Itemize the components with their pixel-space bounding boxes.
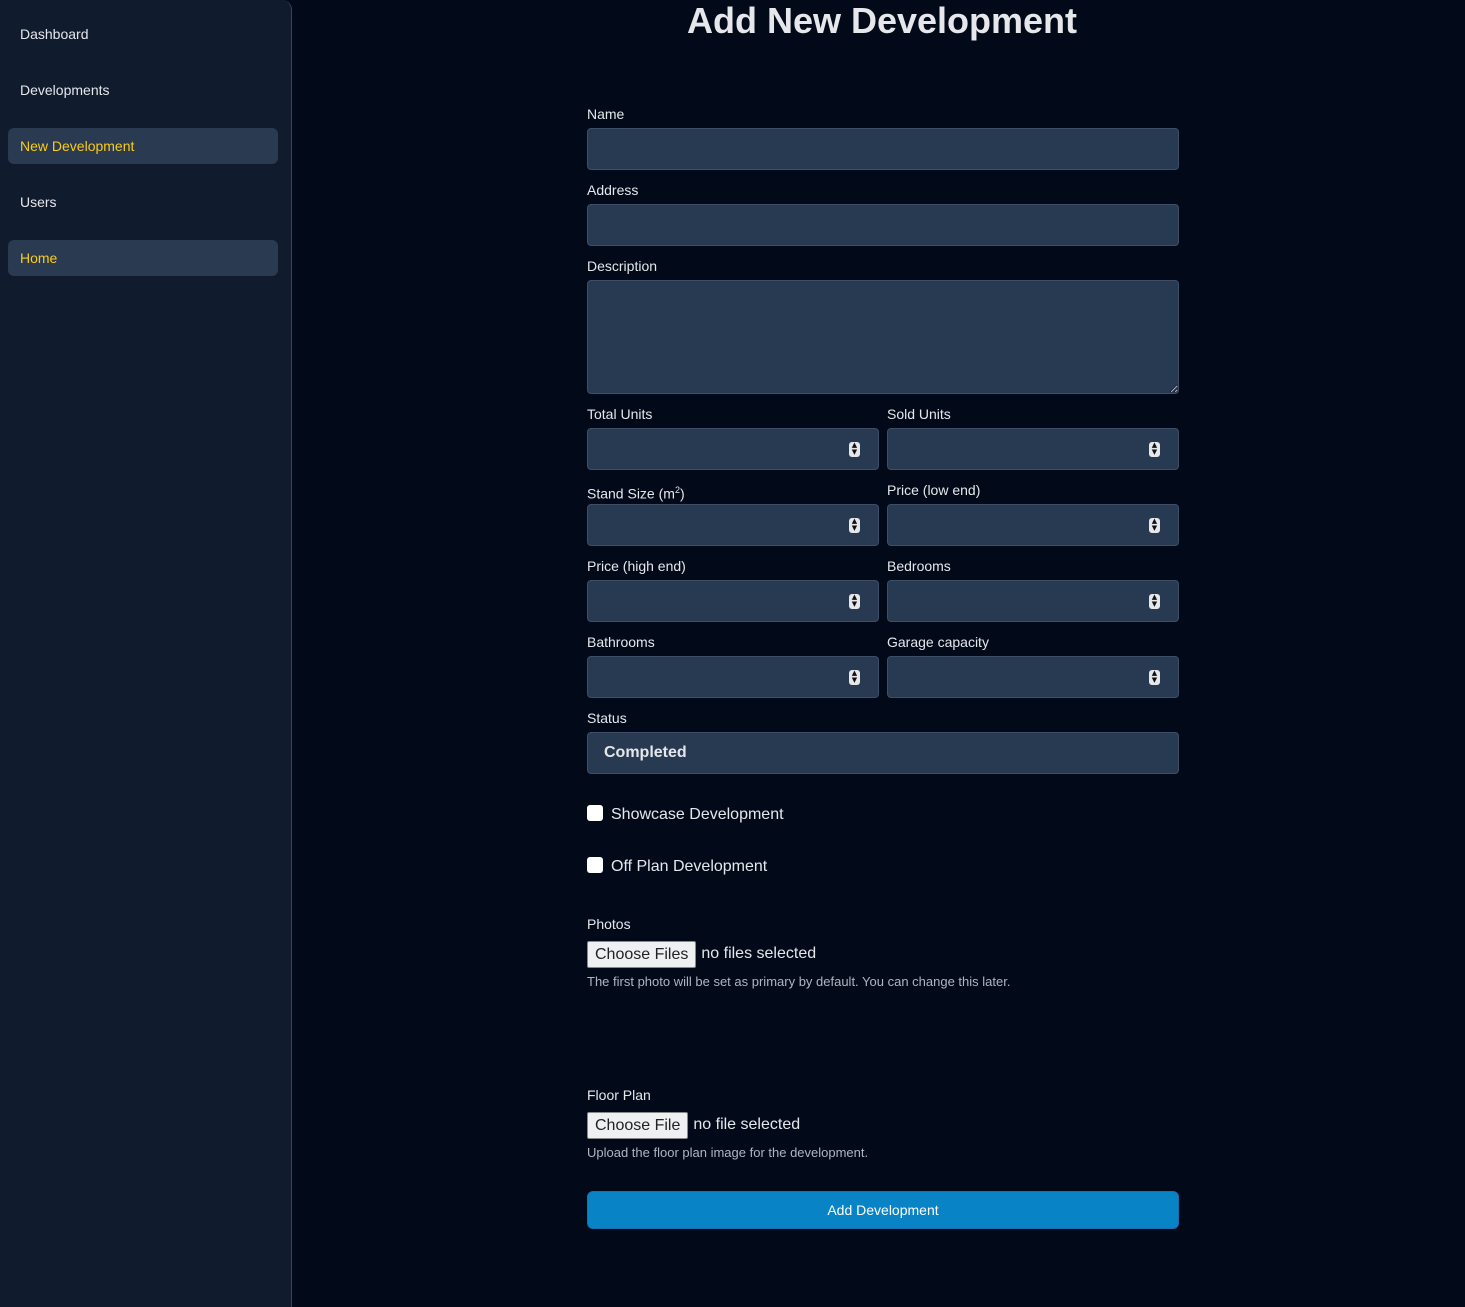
bedrooms-input[interactable] <box>887 580 1179 622</box>
price-high-label: Price (high end) <box>587 558 686 574</box>
sidebar: Dashboard Developments New Development U… <box>0 0 292 1307</box>
status-label: Status <box>587 710 627 726</box>
showcase-checkbox[interactable] <box>587 805 603 821</box>
sidebar-item-users[interactable]: Users <box>8 184 278 220</box>
spinner-icon[interactable]: ▲ ▼ <box>849 670 860 685</box>
bedrooms-label: Bedrooms <box>887 558 951 574</box>
sidebar-item-new-development[interactable]: New Development <box>8 128 278 164</box>
main-content: Add New Development Name Address Descrip… <box>292 0 1465 1307</box>
floorplan-help: Upload the floor plan image for the deve… <box>587 1145 869 1160</box>
photos-help: The first photo will be set as primary b… <box>587 974 1011 989</box>
bathrooms-garage-row: Bathrooms ▲ ▼ Garage capacity ▲ ▼ <box>587 632 1179 708</box>
price-low-label: Price (low end) <box>887 482 981 498</box>
floorplan-choose-button[interactable]: Choose File <box>587 1111 689 1139</box>
spinner-icon[interactable]: ▲ ▼ <box>1149 594 1160 609</box>
page-title: Add New Development <box>686 0 1078 41</box>
price-low-input[interactable] <box>887 504 1179 546</box>
photos-label: Photos <box>587 916 631 932</box>
sold-units-input[interactable] <box>887 428 1179 470</box>
name-label: Name <box>587 106 625 122</box>
photos-block: Photos Choose Files no files selected Th… <box>587 914 1179 990</box>
price-bedrooms-row: Price (high end) ▲ ▼ Bedrooms ▲ ▼ <box>587 556 1179 632</box>
offplan-label: Off Plan Development <box>611 858 768 875</box>
floorplan-block: Floor Plan Choose File no file selected … <box>587 1085 1179 1161</box>
sidebar-item-dashboard[interactable]: Dashboard <box>8 16 278 52</box>
garage-label: Garage capacity <box>887 634 989 650</box>
showcase-label: Showcase Development <box>611 806 784 823</box>
sidebar-item-developments[interactable]: Developments <box>8 72 278 108</box>
spinner-icon[interactable]: ▲ ▼ <box>849 518 860 533</box>
garage-input[interactable] <box>887 656 1179 698</box>
units-row: Total Units ▲ ▼ Sold Units ▲ ▼ <box>587 404 1179 480</box>
sidebar-item-home[interactable]: Home <box>8 240 278 276</box>
size-price-row: Stand Size (m2) ▲ ▼ Price (low end) ▲ ▼ <box>587 480 1179 556</box>
photos-status: no files selected <box>701 945 817 962</box>
spinner-icon[interactable]: ▲ ▼ <box>1149 442 1160 457</box>
bathrooms-label: Bathrooms <box>587 634 655 650</box>
offplan-checkbox[interactable] <box>587 857 603 873</box>
description-label: Description <box>587 258 658 274</box>
address-input[interactable] <box>587 204 1179 246</box>
total-units-input[interactable] <box>587 428 879 470</box>
description-textarea[interactable] <box>587 280 1179 394</box>
sold-units-label: Sold Units <box>887 406 951 422</box>
floorplan-label: Floor Plan <box>587 1087 651 1103</box>
floorplan-status: no file selected <box>693 1116 801 1133</box>
total-units-label: Total Units <box>587 406 653 422</box>
showcase-row: Showcase Development <box>587 804 1179 826</box>
address-label: Address <box>587 182 639 198</box>
photos-choose-button[interactable]: Choose Files <box>587 940 697 968</box>
spinner-icon[interactable]: ▲ ▼ <box>849 594 860 609</box>
development-form: Name Address Description Total Units ▲ ▼ … <box>587 104 1179 1161</box>
offplan-row: Off Plan Development <box>587 856 1179 878</box>
add-development-button[interactable]: Add Development <box>587 1191 1179 1229</box>
status-select[interactable]: Completed <box>587 732 1179 774</box>
price-high-input[interactable] <box>587 580 879 622</box>
spinner-icon[interactable]: ▲ ▼ <box>1149 518 1160 533</box>
spinner-icon[interactable]: ▲ ▼ <box>849 442 860 457</box>
name-input[interactable] <box>587 128 1179 170</box>
stand-size-input[interactable] <box>587 504 879 546</box>
stand-size-label: Stand Size (m2) <box>587 485 685 502</box>
spinner-icon[interactable]: ▲ ▼ <box>1149 670 1160 685</box>
bathrooms-input[interactable] <box>587 656 879 698</box>
